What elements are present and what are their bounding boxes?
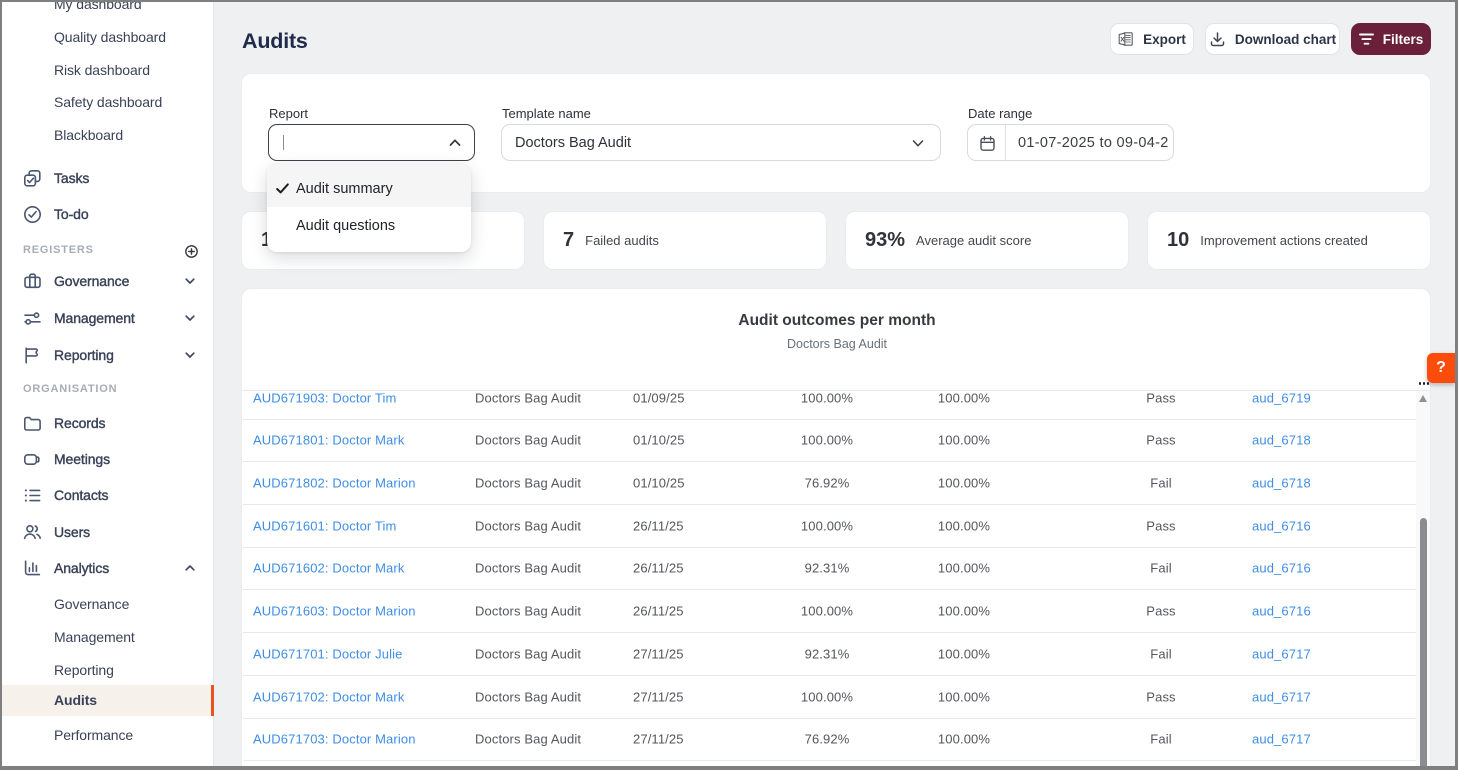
svg-text:X: X (1120, 36, 1125, 43)
